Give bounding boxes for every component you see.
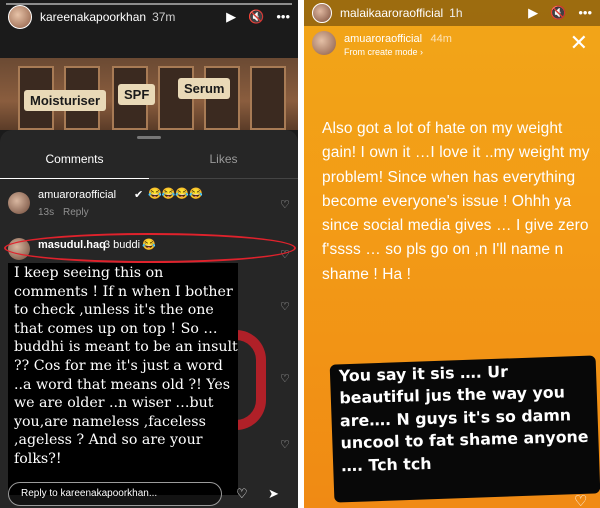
reply-input[interactable]: Reply to kareenakapoorkhan... — [8, 482, 222, 506]
reshared-story-header: amuaroraofficial 44m From create mode › — [304, 26, 600, 60]
comment-time: 13s — [38, 207, 55, 218]
play-icon[interactable]: ▶ — [226, 9, 236, 25]
avatar[interactable] — [8, 5, 32, 29]
avatar[interactable] — [312, 31, 336, 55]
like-heart-icon[interactable]: ♡ — [280, 300, 290, 313]
highlight-circle — [4, 233, 296, 263]
tab-indicator — [0, 178, 149, 179]
right-story-header: malaikaaroraofficial 1h ▶ 🔇 ••• — [304, 0, 600, 26]
drag-handle[interactable] — [137, 136, 161, 139]
story-username[interactable]: kareenakapoorkhan — [40, 10, 146, 24]
left-story: Moisturiser SPF Serum kareenakapoorkhan … — [0, 0, 298, 508]
more-icon[interactable]: ••• — [276, 9, 290, 25]
tag-spf: SPF — [118, 84, 156, 105]
story-time: 1h — [449, 6, 463, 20]
close-icon[interactable]: ✕ — [570, 30, 588, 56]
handwritten-text: You say it sis …. Ur beautiful jus the w… — [338, 361, 589, 475]
reply-link[interactable]: Reply — [63, 207, 89, 218]
heart-icon[interactable]: ♡ — [574, 492, 587, 508]
like-heart-icon[interactable]: ♡ — [280, 198, 290, 211]
left-story-header: kareenakapoorkhan 37m ▶ 🔇 ••• — [0, 0, 298, 34]
mute-icon[interactable]: 🔇 — [550, 5, 566, 21]
tag-moisturiser: Moisturiser — [24, 90, 107, 111]
like-heart-icon[interactable]: ♡ — [280, 438, 290, 451]
play-icon[interactable]: ▶ — [528, 5, 538, 21]
tab-likes[interactable]: Likes — [149, 152, 298, 176]
tag-serum: Serum — [178, 78, 231, 99]
create-mode-link[interactable]: From create mode › — [344, 47, 452, 57]
story-main-text: Also got a lot of hate on my weight gain… — [322, 120, 590, 283]
comment-username[interactable]: amuaroraofficial — [38, 189, 116, 201]
comment-emoji: 😂😂😂😂 — [148, 188, 203, 200]
story-overlay-text: I keep seeing this on comments ! If n wh… — [14, 265, 238, 467]
story-time: 37m — [152, 10, 176, 24]
verified-icon: ✔ — [134, 189, 144, 201]
share-icon[interactable]: ➤ — [268, 486, 279, 502]
like-heart-icon[interactable]: ♡ — [280, 372, 290, 385]
more-icon[interactable]: ••• — [578, 5, 592, 21]
heart-icon[interactable]: ♡ — [236, 486, 248, 502]
avatar[interactable] — [8, 192, 30, 214]
story-username[interactable]: malaikaaroraofficial — [340, 6, 443, 20]
avatar[interactable] — [312, 3, 332, 23]
mute-icon[interactable]: 🔇 — [248, 9, 264, 25]
tab-comments[interactable]: Comments — [0, 152, 149, 176]
red-sticker — [236, 330, 266, 430]
reshared-username[interactable]: amuaroraofficial — [344, 33, 422, 45]
story-progress — [6, 3, 292, 5]
right-story: malaikaaroraofficial 1h ▶ 🔇 ••• amuarora… — [304, 0, 600, 508]
photo-panel — [250, 66, 286, 130]
reshared-time: 44m — [430, 33, 452, 45]
tab-divider — [149, 178, 298, 179]
